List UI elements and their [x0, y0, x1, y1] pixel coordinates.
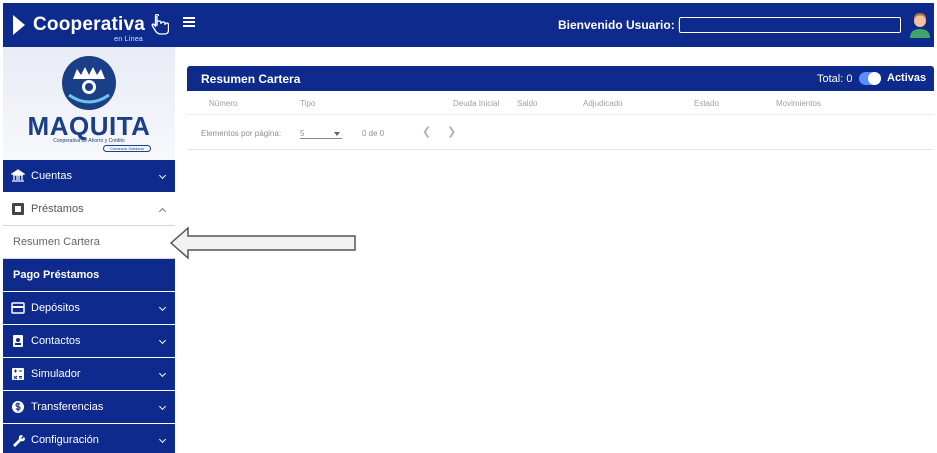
wrench-icon — [13, 435, 25, 447]
page-size-label: Elementos por página: — [201, 129, 282, 138]
dollar-icon — [12, 401, 24, 413]
bank-icon — [11, 169, 25, 182]
chevron-down-icon — [158, 303, 167, 312]
chevron-up-icon — [158, 207, 167, 216]
calculator-icon — [12, 368, 24, 380]
sidebar-item-pago-prestamos[interactable]: Pago Préstamos — [3, 259, 175, 292]
column-header[interactable]: Estado — [694, 99, 719, 108]
active-toggle[interactable] — [859, 72, 881, 85]
sidebar-item-simulador[interactable]: Simulador — [3, 358, 175, 391]
chevron-down-icon — [158, 369, 167, 378]
brand-title: Cooperativa — [33, 14, 146, 35]
column-header[interactable]: Movimientos — [776, 99, 821, 108]
sidebar-item-label: Contactos — [31, 335, 81, 347]
app-window: Cooperativa en Línea Bienvenido Usuario:… — [0, 0, 937, 453]
sidebar-nav: Cuentas Préstamos Resumen Cartera Pago P… — [3, 160, 175, 453]
next-page-icon[interactable]: ❯ — [447, 125, 456, 138]
sidebar-item-label: Configuración — [31, 434, 99, 446]
brand-name: Cooperativa en Línea — [33, 14, 146, 43]
toggle-knob — [868, 72, 881, 85]
toggle-label: Activas — [887, 72, 927, 84]
user-avatar-icon[interactable] — [909, 12, 931, 38]
column-header[interactable]: Tipo — [300, 99, 315, 108]
top-bar: Cooperativa en Línea Bienvenido Usuario:… — [3, 3, 934, 47]
sidebar-item-label: Depósitos — [31, 302, 80, 314]
sidebar: MAQUITA Cooperativa de Ahorro y Crédito … — [3, 47, 175, 453]
sidebar-item-depositos[interactable]: Depósitos — [3, 292, 175, 325]
column-header[interactable]: Saldo — [517, 99, 537, 108]
paginator: Elementos por página: 5 0 de 0 ❮ ❯ — [187, 116, 934, 150]
brand[interactable]: Cooperativa en Línea — [3, 3, 175, 47]
hand-pointer-icon — [151, 14, 170, 35]
column-header[interactable]: Número — [209, 99, 237, 108]
sidebar-item-transferencias[interactable]: Transferencias — [3, 391, 175, 424]
chevron-down-icon — [158, 402, 167, 411]
sidebar-item-resumen-cartera[interactable]: Resumen Cartera — [3, 226, 175, 259]
card-title: Resumen Cartera — [201, 72, 301, 86]
annotation-arrow-icon — [169, 226, 356, 260]
page-size-select[interactable]: 5 — [300, 126, 342, 139]
chevron-down-icon — [158, 171, 167, 180]
previous-page-icon[interactable]: ❮ — [422, 125, 431, 138]
sidebar-item-contactos[interactable]: Contactos — [3, 325, 175, 358]
sidebar-item-label: Cuentas — [31, 170, 72, 182]
logo-badge: Comercio Solidario — [103, 145, 151, 152]
username-field — [679, 17, 901, 33]
play-arrow-icon — [13, 15, 25, 35]
column-header[interactable]: Adjudicado — [583, 99, 623, 108]
contacts-icon — [13, 335, 23, 347]
sidebar-item-configuracion[interactable]: Configuración — [3, 424, 175, 453]
sidebar-item-label: Pago Préstamos — [13, 269, 100, 281]
brand-subtitle: en Línea — [114, 36, 144, 43]
sidebar-item-label: Resumen Cartera — [13, 236, 100, 248]
chevron-down-icon — [158, 336, 167, 345]
sidebar-item-label: Préstamos — [31, 203, 84, 215]
table-header-row: Número Tipo Deuda Inicial Saldo Adjudica… — [187, 93, 934, 115]
page-range: 0 de 0 — [362, 129, 385, 138]
loan-icon — [12, 203, 24, 215]
sidebar-item-prestamos[interactable]: Préstamos — [3, 193, 175, 226]
column-header[interactable]: Deuda Inicial — [453, 99, 499, 108]
card-icon — [11, 302, 25, 314]
card-header: Resumen Cartera Total: 0 Activas — [187, 66, 934, 91]
total-count: Total: 0 — [817, 73, 853, 85]
welcome-text: Bienvenido Usuario: E — [558, 18, 687, 32]
logo-panel: MAQUITA Cooperativa de Ahorro y Crédito … — [3, 47, 175, 160]
caret-down-icon — [334, 132, 340, 136]
page-size-value: 5 — [300, 129, 305, 138]
sidebar-item-label: Transferencias — [31, 401, 104, 413]
sidebar-item-label: Simulador — [31, 368, 81, 380]
hamburger-menu-icon[interactable] — [183, 17, 195, 29]
logo-tagline: Cooperativa de Ahorro y Crédito — [53, 138, 125, 144]
sidebar-item-cuentas[interactable]: Cuentas — [3, 160, 175, 193]
chevron-down-icon — [158, 435, 167, 444]
maquita-logo-icon — [62, 56, 116, 110]
